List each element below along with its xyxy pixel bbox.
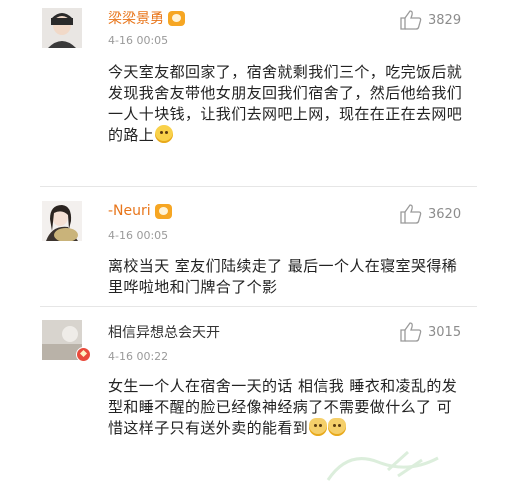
like-button[interactable]: 3015 bbox=[400, 322, 461, 342]
like-button[interactable]: 3829 bbox=[400, 10, 461, 30]
avatar[interactable] bbox=[42, 201, 82, 241]
cat-face-icon bbox=[328, 418, 347, 436]
comment-text: 女生一个人在宿舍一天的话 相信我 睡衣和凌乱的发型和睡不醒的脸已经像神经病了不需… bbox=[108, 377, 458, 437]
username[interactable]: -Neuri bbox=[108, 203, 172, 219]
comment-body: 离校当天 室友们陆续走了 最后一个人在寝室哭得稀里哗啦地和门牌合了个影 bbox=[108, 256, 464, 298]
comment-body: 今天室友都回家了，宿舍就剩我们三个，吃完饭后就发现我舍友带他女朋友回我们宿舍了，… bbox=[108, 62, 464, 146]
divider bbox=[40, 186, 477, 187]
laughing-face-icon bbox=[155, 125, 174, 143]
cat-face-icon bbox=[309, 418, 328, 436]
username-text[interactable]: -Neuri bbox=[108, 203, 151, 219]
like-button[interactable]: 3620 bbox=[400, 204, 461, 224]
timestamp: 4-16 00:22 bbox=[108, 350, 169, 363]
username-text[interactable]: 相信异想总会天开 bbox=[108, 322, 220, 342]
avatar[interactable] bbox=[42, 8, 82, 48]
verified-badge-icon bbox=[76, 347, 91, 362]
comment-text: 离校当天 室友们陆续走了 最后一个人在寝室哭得稀里哗啦地和门牌合了个影 bbox=[108, 257, 458, 296]
like-count: 3829 bbox=[428, 12, 462, 28]
like-count: 3620 bbox=[428, 206, 462, 222]
thumbs-up-icon bbox=[400, 204, 422, 224]
thumbs-up-icon bbox=[400, 10, 422, 30]
vip-badge-icon bbox=[168, 10, 185, 26]
thumbs-up-icon bbox=[400, 322, 422, 342]
vip-badge-icon bbox=[154, 203, 172, 219]
username-text[interactable]: 梁梁景勇 bbox=[108, 8, 164, 28]
like-count: 3015 bbox=[428, 324, 462, 340]
username[interactable]: 梁梁景勇 bbox=[108, 8, 185, 28]
divider bbox=[40, 306, 477, 307]
timestamp: 4-16 00:05 bbox=[108, 229, 169, 242]
timestamp: 4-16 00:05 bbox=[108, 34, 169, 47]
watermark-graphic bbox=[326, 450, 439, 481]
username[interactable]: 相信异想总会天开 bbox=[108, 322, 220, 342]
comment-body: 女生一个人在宿舍一天的话 相信我 睡衣和凌乱的发型和睡不醒的脸已经像神经病了不需… bbox=[108, 376, 464, 439]
